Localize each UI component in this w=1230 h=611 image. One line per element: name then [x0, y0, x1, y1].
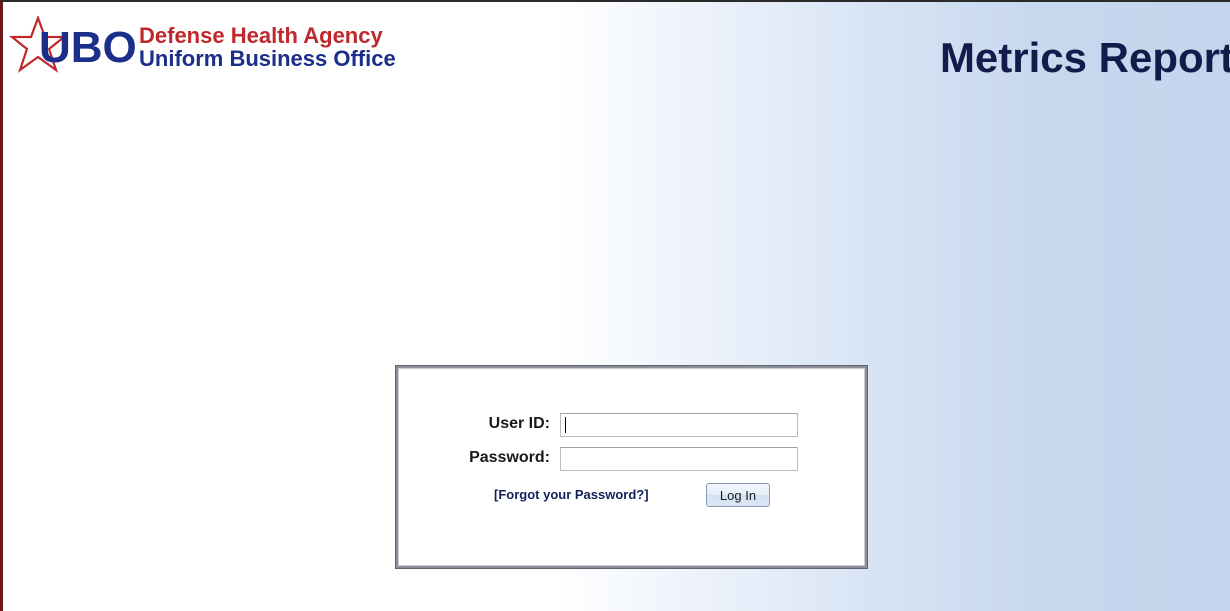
forgot-password-link[interactable]: [Forgot your Password?]: [494, 487, 649, 503]
password-label: Password:: [469, 449, 550, 466]
user-id-input[interactable]: [560, 413, 798, 437]
password-input[interactable]: [560, 447, 798, 471]
ubo-logo: UBO Defense Health Agency Uniform Busine…: [9, 10, 479, 94]
user-id-label: User ID:: [488, 415, 550, 432]
login-panel: User ID: Password: [Forgot your Password…: [396, 366, 867, 568]
page-title: Metrics Report: [939, 34, 1230, 81]
logo-office-name: Uniform Business Office: [139, 46, 396, 71]
page-background: UBO Defense Health Agency Uniform Busine…: [0, 0, 1230, 611]
logo-agency-name: Defense Health Agency: [139, 23, 383, 48]
text-cursor: [565, 417, 566, 433]
log-in-button[interactable]: Log In: [706, 483, 770, 507]
logo-acronym: UBO: [39, 23, 137, 72]
